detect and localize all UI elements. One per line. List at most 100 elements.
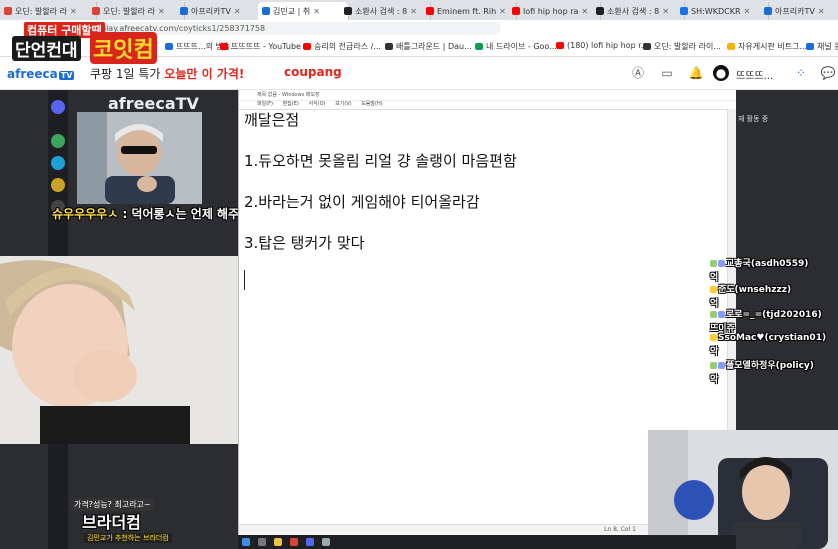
chat-text: 악: [710, 375, 719, 385]
menu-format[interactable]: 서식(O): [308, 101, 325, 107]
close-icon[interactable]: ✕: [581, 7, 588, 16]
video-icon[interactable]: ▭: [659, 65, 675, 81]
start-icon[interactable]: [242, 538, 250, 546]
close-icon[interactable]: ✕: [234, 7, 241, 16]
menu-file[interactable]: 파일(F): [257, 101, 273, 107]
bookmark-favicon-icon: [475, 43, 483, 50]
donation-nick: 슈우우우우ㅅ: [52, 207, 119, 221]
chat-badge-icon: [718, 260, 725, 267]
menu-edit[interactable]: 편집(E): [283, 101, 299, 107]
browser-tab-active[interactable]: 김민교 | 취 ✕: [258, 2, 349, 20]
bookmark-item[interactable]: 채널 원: [806, 41, 838, 52]
bookmark-item[interactable]: (180) lofi hip hop r...: [556, 41, 648, 50]
avatar[interactable]: ●: [713, 65, 729, 81]
bookmark-item[interactable]: 오딘: 발할라 라이...: [643, 41, 721, 52]
bookmark-favicon-icon: [727, 43, 735, 50]
chat-user[interactable]: 교총국(asdh0559): [726, 259, 808, 269]
chat-user[interactable]: 준도(wnsehzzz): [718, 285, 791, 295]
afreeca-watermark: afreecaTV: [108, 94, 199, 113]
tab-label: 소환사 검색 : 8: [607, 6, 660, 16]
chat-text: 악: [710, 347, 719, 357]
webcam-person-image: [77, 112, 202, 204]
close-icon[interactable]: ✕: [818, 7, 825, 16]
notepad-line: 1.듀오하면 못올림 리얼 걍 솔랭이 마음편함: [244, 152, 517, 170]
bookmark-label: 오딘: 발할라 라이...: [654, 42, 721, 51]
close-icon[interactable]: ✕: [158, 7, 165, 16]
notepad-icon[interactable]: [322, 538, 330, 546]
bookmark-item[interactable]: 배틀그라운드 | Dau...: [385, 41, 472, 52]
tab-favicon-icon: [262, 7, 270, 15]
browser-tab[interactable]: 소환사 검색 : 8 ✕: [592, 2, 685, 20]
bookmark-favicon-icon: [556, 42, 564, 49]
notepad-menu-bar: 파일(F) 편집(E) 서식(O) 보기(V) 도움말(H): [239, 100, 754, 110]
notepad-line: 3.탑은 탱커가 맞다: [244, 234, 365, 252]
search-icon[interactable]: [258, 538, 266, 546]
bookmark-favicon-icon: [806, 43, 814, 50]
apps-grid-icon[interactable]: ⁘: [793, 65, 809, 81]
menu-help[interactable]: 도움말(H): [361, 101, 382, 107]
chat-icon[interactable]: 💬: [820, 65, 836, 81]
chat-message: 로로=_=(tjd202016) 뜨이쥬: [710, 307, 822, 334]
folder-icon[interactable]: [274, 538, 282, 546]
tab-label: lofi hip hop ra: [523, 6, 579, 16]
menu-view[interactable]: 보기(V): [335, 101, 352, 107]
bell-icon[interactable]: 🔔: [688, 65, 704, 81]
tab-label: 소환사 검색 : 8: [355, 6, 408, 16]
tab-favicon-icon: [180, 7, 188, 15]
windows-taskbar: [238, 535, 736, 549]
chat-message: 교총국(asdh0559) 억: [710, 256, 808, 283]
browser-tab[interactable]: lofi hip hop ra ✕: [508, 2, 601, 20]
afreeca-logo[interactable]: afreeca TV: [7, 67, 75, 81]
bookmark-item[interactable]: 내 드라이브 - Goo...: [475, 41, 557, 52]
chat-user[interactable]: 로로=_=(tjd202016): [726, 310, 822, 320]
bookmark-favicon-icon: [385, 43, 393, 50]
chat-badge-icon: [710, 362, 717, 369]
bookmark-label: (180) lofi hip hop r...: [567, 41, 649, 50]
chat-message: SsoMac♥(crystian01) 악: [710, 333, 826, 357]
browser-tab[interactable]: 소환사 검색 : 8 ✕: [340, 2, 431, 20]
tab-label: 오딘: 발할라 라: [15, 6, 67, 16]
close-icon[interactable]: ✕: [662, 7, 669, 16]
tab-favicon-icon: [512, 7, 520, 15]
channel-logo-line2: 단언컨대: [12, 36, 81, 61]
browser-tab[interactable]: 오딘: 발할라 라 ✕: [0, 2, 97, 20]
webcam-feed: [77, 112, 202, 204]
streamer-facecam: [0, 256, 238, 444]
bookmark-item[interactable]: 자유게시판 비트그...: [727, 41, 807, 52]
donation-message: 슈우우우우ㅅ : 덕어롱ㅅ는 언제 해주니: [52, 206, 252, 222]
close-icon[interactable]: ✕: [313, 7, 320, 16]
browser-tab[interactable]: 오딘: 발할라 라 ✕: [88, 2, 185, 20]
bookmark-item[interactable]: 승리의 전급라스 /...: [303, 41, 381, 52]
discord-icon[interactable]: [306, 538, 314, 546]
tab-label: SH:WKDCKR: [691, 6, 741, 16]
close-icon[interactable]: ✕: [744, 7, 751, 16]
coupang-logo[interactable]: coupang: [284, 65, 342, 79]
browser-tab[interactable]: 아프리카TV ✕: [760, 2, 838, 20]
chat-message: 폴모엘하정우(policy) 악: [710, 358, 814, 385]
tab-label: 오딘: 발할라 라: [103, 6, 155, 16]
activity-header: 재 활동 중: [738, 115, 769, 123]
chat-user[interactable]: SsoMac♥(crystian01): [718, 333, 826, 343]
close-icon[interactable]: ✕: [410, 7, 417, 16]
chrome-icon[interactable]: [290, 538, 298, 546]
chat-badge-icon: [718, 311, 725, 318]
promo-highlight: 오늘만 이 가격!: [164, 67, 245, 81]
browser-tab[interactable]: 아프리카TV ✕: [176, 2, 267, 20]
notepad-line: 2.바라는거 없이 게임해야 티어올라감: [244, 193, 480, 211]
guest-image: [648, 430, 838, 549]
tab-favicon-icon: [596, 7, 604, 15]
user-nickname[interactable]: 뜨뜨뜨...: [736, 67, 773, 82]
tab-favicon-icon: [4, 7, 12, 15]
chat-badge-icon: [718, 362, 725, 369]
bookmark-item[interactable]: 뜨뜨뜨뜨 - YouTube: [220, 41, 301, 52]
chat-user[interactable]: 폴모엘하정우(policy): [726, 361, 814, 371]
browser-tab[interactable]: SH:WKDCKR ✕: [676, 2, 769, 20]
close-icon[interactable]: ✕: [499, 7, 506, 16]
tab-favicon-icon: [92, 7, 100, 15]
logo-text: afreeca: [7, 67, 58, 81]
close-icon[interactable]: ✕: [70, 7, 77, 16]
browser-tab[interactable]: Eminem ft. Rih ✕: [422, 2, 517, 20]
ad-icon[interactable]: Ⓐ: [630, 65, 646, 81]
chat-message: 준도(wnsehzzz) 억: [710, 282, 791, 309]
bookmark-favicon-icon: [165, 43, 173, 50]
